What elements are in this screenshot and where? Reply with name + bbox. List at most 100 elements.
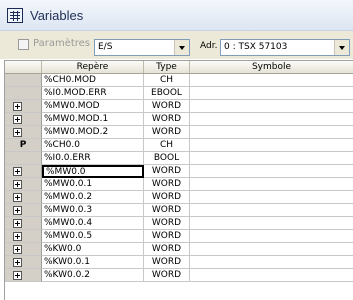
cell-repere[interactable]: %KW0.0	[42, 243, 144, 256]
column-header-repere[interactable]: Repère	[42, 61, 144, 73]
row-marker[interactable]	[5, 74, 42, 87]
expand-icon[interactable]	[13, 193, 22, 202]
cell-symbole[interactable]	[190, 256, 353, 269]
expand-icon[interactable]	[13, 245, 22, 254]
cell-type[interactable]: EBOOL	[144, 87, 190, 100]
row-marker[interactable]	[5, 230, 42, 243]
row-marker[interactable]	[5, 256, 42, 269]
row-marker[interactable]	[5, 152, 42, 165]
cell-type[interactable]: WORD	[144, 217, 190, 230]
cell-repere[interactable]: %I0.0.ERR	[42, 152, 144, 165]
cell-symbole[interactable]	[190, 204, 353, 217]
expand-icon[interactable]	[13, 128, 22, 137]
cell-type[interactable]: WORD	[144, 178, 190, 191]
row-marker[interactable]: P	[5, 139, 42, 152]
table-row[interactable]: %KW0.0.1 WORD	[5, 256, 353, 269]
cell-symbole[interactable]	[190, 126, 353, 139]
expand-icon[interactable]	[13, 167, 22, 176]
table-row[interactable]: %KW0.0.2 WORD	[5, 269, 353, 282]
cell-symbole[interactable]	[190, 243, 353, 256]
cell-repere[interactable]: %CH0.MOD	[42, 74, 144, 87]
table-row[interactable]: %MW0.MOD WORD	[5, 100, 353, 113]
cell-repere[interactable]: %MW0.0.5	[42, 230, 144, 243]
row-marker[interactable]	[5, 269, 42, 282]
cell-type[interactable]: WORD	[144, 100, 190, 113]
expand-icon[interactable]	[13, 232, 22, 241]
cell-symbole[interactable]	[190, 217, 353, 230]
cell-symbole[interactable]	[190, 191, 353, 204]
cell-repere[interactable]: %KW0.0.1	[42, 256, 144, 269]
table-row[interactable]: %I0.0.ERR BOOL	[5, 152, 353, 165]
expand-icon[interactable]	[13, 115, 22, 124]
table-row[interactable]: %MW0.MOD.1 WORD	[5, 113, 353, 126]
chevron-down-icon[interactable]	[334, 40, 349, 55]
row-marker[interactable]	[5, 113, 42, 126]
cell-symbole[interactable]	[190, 152, 353, 165]
cell-symbole[interactable]	[190, 113, 353, 126]
table-row[interactable]: %MW0.0.1 WORD	[5, 178, 353, 191]
cell-type[interactable]: WORD	[144, 256, 190, 269]
cell-repere[interactable]: %MW0.0	[42, 165, 144, 178]
table-row[interactable]: %MW0.0.5 WORD	[5, 230, 353, 243]
expand-icon[interactable]	[13, 258, 22, 267]
table-row[interactable]: %I0.MOD.ERR EBOOL	[5, 87, 353, 100]
cell-type[interactable]: CH	[144, 139, 190, 152]
expand-icon[interactable]	[13, 180, 22, 189]
cell-type[interactable]: WORD	[144, 191, 190, 204]
expand-icon[interactable]	[13, 206, 22, 215]
row-marker[interactable]	[5, 178, 42, 191]
table-row[interactable]: %CH0.MOD CH	[5, 74, 353, 87]
cell-symbole[interactable]	[190, 87, 353, 100]
type-select[interactable]: E/S	[94, 39, 190, 56]
cell-repere[interactable]: %MW0.MOD.1	[42, 113, 144, 126]
table-row[interactable]: %KW0.0 WORD	[5, 243, 353, 256]
row-marker[interactable]	[5, 126, 42, 139]
table-row[interactable]: %MW0.0.4 WORD	[5, 217, 353, 230]
cell-type[interactable]: CH	[144, 74, 190, 87]
cell-repere[interactable]: %KW0.0.2	[42, 269, 144, 282]
cell-symbole[interactable]	[190, 230, 353, 243]
expand-icon[interactable]	[13, 102, 22, 111]
cell-type[interactable]: BOOL	[144, 152, 190, 165]
table-row[interactable]: P %CH0.0 CH	[5, 139, 353, 152]
cell-repere[interactable]: %MW0.MOD.2	[42, 126, 144, 139]
table-row[interactable]: %MW0.0.3 WORD	[5, 204, 353, 217]
params-checkbox[interactable]	[18, 39, 29, 50]
row-marker[interactable]	[5, 243, 42, 256]
table-row[interactable]: %MW0.0.2 WORD	[5, 191, 353, 204]
cell-symbole[interactable]	[190, 178, 353, 191]
address-select[interactable]: 0 : TSX 57103	[220, 39, 350, 56]
cell-symbole[interactable]	[190, 165, 353, 178]
row-marker[interactable]	[5, 217, 42, 230]
table-row[interactable]: %MW0.MOD.2 WORD	[5, 126, 353, 139]
row-marker-header[interactable]	[5, 61, 42, 73]
row-marker[interactable]	[5, 165, 42, 178]
cell-type[interactable]: WORD	[144, 269, 190, 282]
cell-type[interactable]: WORD	[144, 243, 190, 256]
row-marker[interactable]	[5, 100, 42, 113]
cell-symbole[interactable]	[190, 269, 353, 282]
row-marker[interactable]	[5, 204, 42, 217]
cell-repere[interactable]: %MW0.0.2	[42, 191, 144, 204]
cell-symbole[interactable]	[190, 74, 353, 87]
row-marker[interactable]	[5, 191, 42, 204]
cell-repere[interactable]: %MW0.MOD	[42, 100, 144, 113]
cell-type[interactable]: WORD	[144, 204, 190, 217]
cell-repere[interactable]: %MW0.0.3	[42, 204, 144, 217]
table-row[interactable]: %MW0.0 WORD	[5, 165, 353, 178]
cell-repere[interactable]: %MW0.0.1	[42, 178, 144, 191]
cell-type[interactable]: WORD	[144, 230, 190, 243]
cell-repere[interactable]: %CH0.0	[42, 139, 144, 152]
cell-repere[interactable]: %I0.MOD.ERR	[42, 87, 144, 100]
column-header-symbole[interactable]: Symbole	[190, 61, 353, 73]
title-bar[interactable]: Variables	[0, 0, 353, 31]
cell-type[interactable]: WORD	[144, 113, 190, 126]
cell-repere[interactable]: %MW0.0.4	[42, 217, 144, 230]
chevron-down-icon[interactable]	[174, 40, 189, 55]
expand-icon[interactable]	[13, 271, 22, 280]
cell-type[interactable]: WORD	[144, 165, 190, 178]
cell-symbole[interactable]	[190, 100, 353, 113]
row-marker[interactable]	[5, 87, 42, 100]
cell-type[interactable]: WORD	[144, 126, 190, 139]
column-header-type[interactable]: Type	[144, 61, 190, 73]
